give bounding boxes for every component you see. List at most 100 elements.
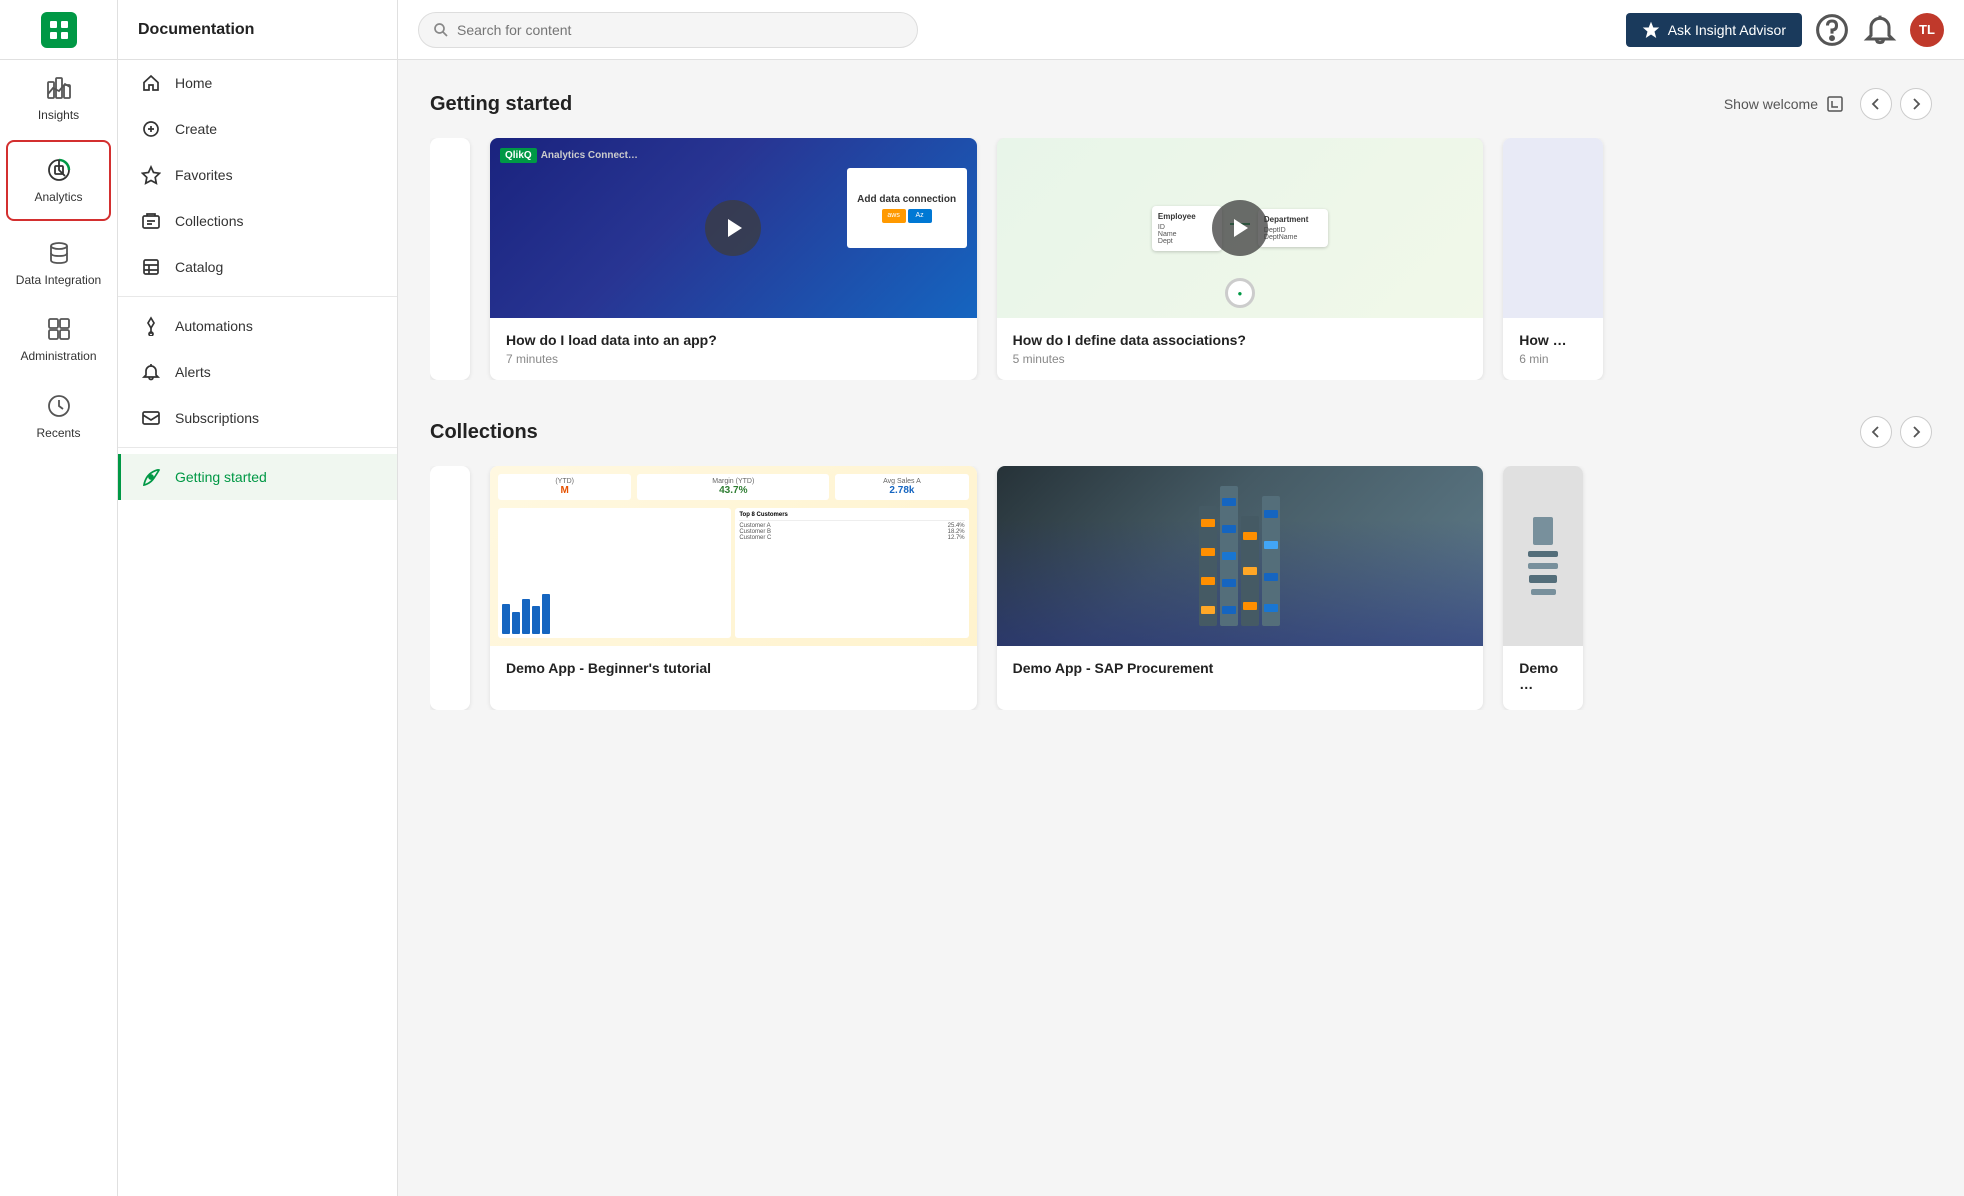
section2-header: Collections [430,416,1932,448]
automations-icon [141,316,161,336]
video-card-data-associations[interactable]: Employee ID Name Dept [997,138,1484,380]
nav-getting-started-label: Getting started [175,469,267,485]
section2-title: Collections [430,421,538,444]
search-icon [433,22,449,38]
insight-advisor-icon [1642,21,1660,39]
video-thumbnail-3: Employee ID Name Dept [997,138,1484,318]
video-card-3-duration: 5 minutes [1013,352,1468,366]
nav-item-automations[interactable]: Automations [118,303,397,349]
video-cards-row: QlikQ Analytics Connect… Add data connec… [430,138,1932,380]
expand-icon [1826,95,1844,113]
header-right: Ask Insight Advisor TL [1626,12,1944,48]
app-thumb-sap [997,466,1484,646]
sidebar-item-data-integration[interactable]: Data Integration [0,225,117,301]
video-card-3-title: How do I define data associations? [1013,332,1468,348]
app-thumb-4 [1503,466,1583,646]
video-thumbnail-2: QlikQ Analytics Connect… Add data connec… [490,138,977,318]
section2-navigation [1860,416,1932,448]
ask-insight-label: Ask Insight Advisor [1668,22,1786,38]
app-grid-button[interactable] [41,12,77,48]
avatar[interactable]: TL [1910,13,1944,47]
nav-create-label: Create [175,121,217,137]
sidebar-item-insights[interactable]: Insights [0,60,117,136]
subscriptions-icon [141,408,161,428]
nav-favorites-label: Favorites [175,167,233,183]
nav-item-collections[interactable]: Collections [118,198,397,244]
nav-sidebar: Documentation Home Create Favorites Coll… [118,0,398,1196]
sidebar-item-recents-label: Recents [36,426,80,440]
app-card-sap-body: Demo App - SAP Procurement [997,646,1484,694]
create-icon [141,119,161,139]
ask-insight-button[interactable]: Ask Insight Advisor [1626,13,1802,47]
nav-subscriptions-label: Subscriptions [175,410,259,426]
sidebar-item-analytics-label: Analytics [34,190,82,204]
section1-header: Getting started Show welcome [430,88,1932,120]
app-card-4-body: Demo … [1503,646,1583,710]
play-button-2[interactable] [705,200,761,256]
nav-collections-label: Collections [175,213,243,229]
help-icon [1814,12,1850,48]
app-card-4-title: Demo … [1519,660,1567,692]
top-header: Ask Insight Advisor TL [398,0,1964,60]
nav-home-label: Home [175,75,212,91]
nav-item-getting-started[interactable]: Getting started [118,454,397,500]
collections-section: Collections [430,416,1932,710]
nav-item-favorites[interactable]: Favorites [118,152,397,198]
video-thumbnail-4 [1503,138,1603,318]
nav-item-catalog[interactable]: Catalog [118,244,397,290]
icon-sidebar: Insights Analytics Data Integration Admi… [0,0,118,1196]
section1-title: Getting started [430,93,572,116]
app-card-beginner-body: Demo App - Beginner's tutorial [490,646,977,694]
nav-catalog-label: Catalog [175,259,223,275]
section1-prev-button[interactable] [1860,88,1892,120]
getting-started-icon [141,467,161,487]
notifications-button[interactable] [1862,12,1898,48]
video-card-4-title: How … [1519,332,1587,348]
partial-app-card[interactable] [430,466,470,710]
show-welcome-button[interactable]: Show welcome [1724,95,1844,113]
sidebar-item-administration-label: Administration [20,349,96,363]
app-thumb-beginner: (YTD) M Margin (YTD) 43.7% Avg Sales A 2… [490,466,977,646]
nav-item-create[interactable]: Create [118,106,397,152]
help-button[interactable] [1814,12,1850,48]
main-content: Ask Insight Advisor TL [398,0,1964,1196]
sidebar-item-analytics[interactable]: Analytics [6,140,111,220]
app-logo-area [0,0,117,60]
catalog-icon [141,257,161,277]
sidebar-item-insights-label: Insights [38,108,79,122]
play-button-3[interactable] [1212,200,1268,256]
video-card-4-duration: 6 min [1519,352,1587,366]
nav-alerts-label: Alerts [175,364,211,380]
nav-item-alerts[interactable]: Alerts [118,349,397,395]
app-card-beginner-title: Demo App - Beginner's tutorial [506,660,961,676]
search-input[interactable] [457,22,903,38]
partial-video-card[interactable] [430,138,470,380]
video-card-4-partial[interactable]: How … 6 min [1503,138,1603,380]
app-card-4-partial[interactable]: Demo … [1503,466,1583,710]
app-card-sap-title: Demo App - SAP Procurement [1013,660,1468,676]
home-icon [141,73,161,93]
video-card-load-data[interactable]: QlikQ Analytics Connect… Add data connec… [490,138,977,380]
app-card-sap-procurement[interactable]: Demo App - SAP Procurement [997,466,1484,710]
video-card-2-body: How do I load data into an app? 7 minute… [490,318,977,380]
nav-item-home[interactable]: Home [118,60,397,106]
favorites-icon [141,165,161,185]
nav-automations-label: Automations [175,318,253,334]
app-card-beginner-tutorial[interactable]: (YTD) M Margin (YTD) 43.7% Avg Sales A 2… [490,466,977,710]
content-area: Getting started Show welcome [398,60,1964,1196]
app-cards-row: (YTD) M Margin (YTD) 43.7% Avg Sales A 2… [430,466,1932,710]
sidebar-item-data-integration-label: Data Integration [16,273,101,287]
nav-item-subscriptions[interactable]: Subscriptions [118,395,397,441]
alerts-icon [141,362,161,382]
sidebar-item-recents[interactable]: Recents [0,378,117,454]
search-bar[interactable] [418,12,918,48]
section2-next-button[interactable] [1900,416,1932,448]
getting-started-section: Getting started Show welcome [430,88,1932,380]
video-card-4-body: How … 6 min [1503,318,1603,380]
bell-icon [1862,12,1898,48]
video-card-2-title: How do I load data into an app? [506,332,961,348]
sidebar-item-administration[interactable]: Administration [0,301,117,377]
section1-next-button[interactable] [1900,88,1932,120]
video-card-2-duration: 7 minutes [506,352,961,366]
section2-prev-button[interactable] [1860,416,1892,448]
